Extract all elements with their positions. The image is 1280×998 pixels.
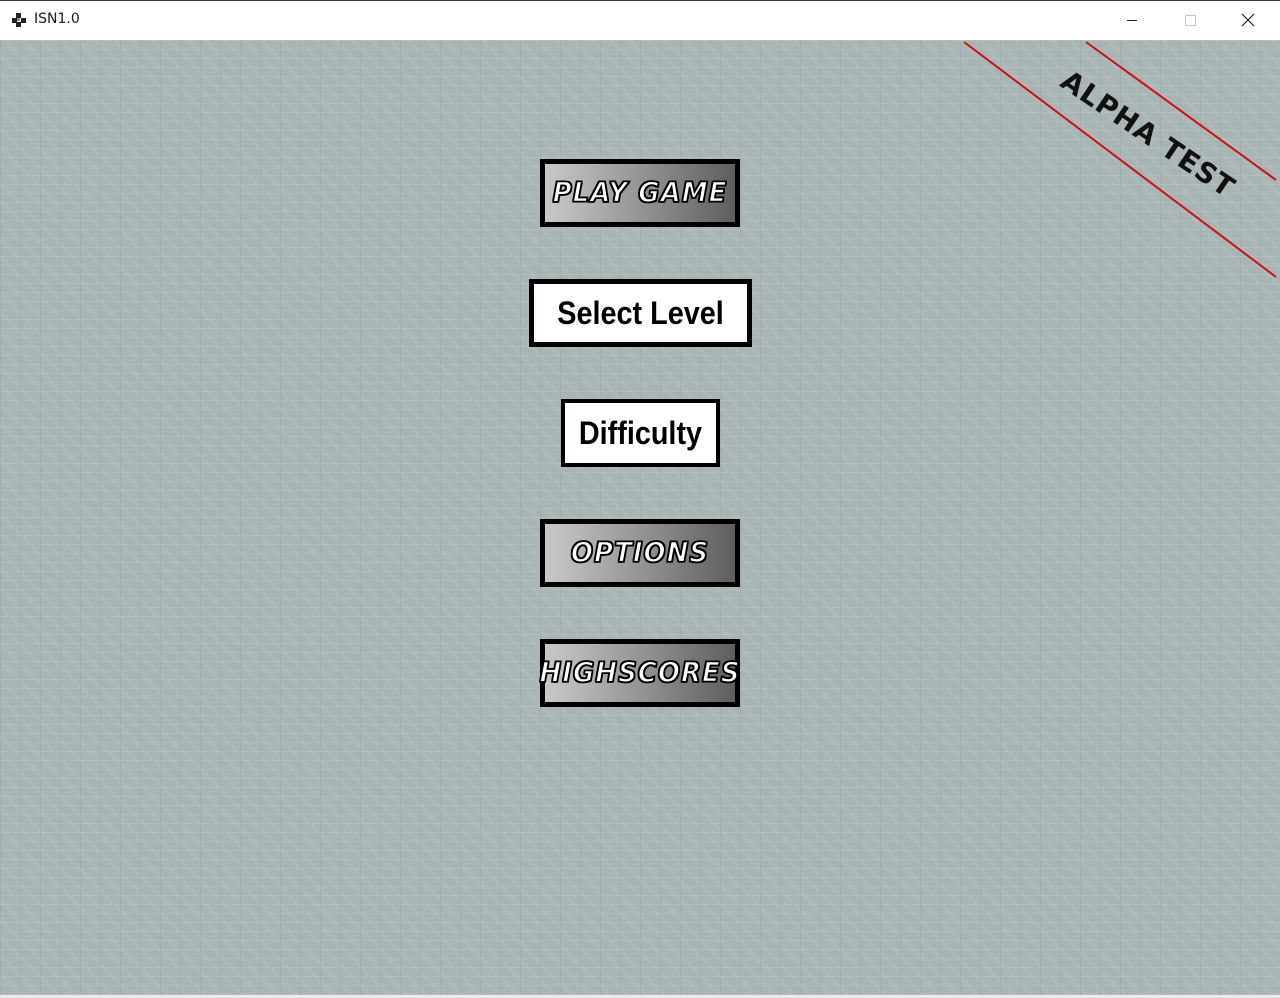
options-label: OPTIONS xyxy=(570,536,710,569)
select-level-label: Select Level xyxy=(557,294,724,331)
close-icon xyxy=(1241,13,1255,27)
close-button[interactable] xyxy=(1220,1,1278,40)
app-icon xyxy=(11,12,27,28)
select-level-button[interactable]: Select Level xyxy=(529,279,752,347)
highscores-button[interactable]: HIGHSCORES xyxy=(539,639,741,707)
maximize-button[interactable] xyxy=(1162,1,1220,40)
minimize-button[interactable] xyxy=(1104,1,1162,40)
difficulty-button[interactable]: Difficulty xyxy=(561,399,720,467)
minimize-icon xyxy=(1127,20,1137,21)
game-window: ISN1.0 PLAY GAME Select Level Difficulty xyxy=(0,0,1280,998)
highscores-label: HIGHSCORES xyxy=(539,656,741,689)
play-game-button[interactable]: PLAY GAME xyxy=(540,159,740,227)
maximize-icon xyxy=(1185,15,1196,26)
options-button[interactable]: OPTIONS xyxy=(540,519,740,587)
window-title: ISN1.0 xyxy=(34,11,80,27)
play-game-label: PLAY GAME xyxy=(552,176,728,209)
difficulty-label: Difficulty xyxy=(578,414,703,451)
title-bar[interactable]: ISN1.0 xyxy=(0,0,1280,40)
